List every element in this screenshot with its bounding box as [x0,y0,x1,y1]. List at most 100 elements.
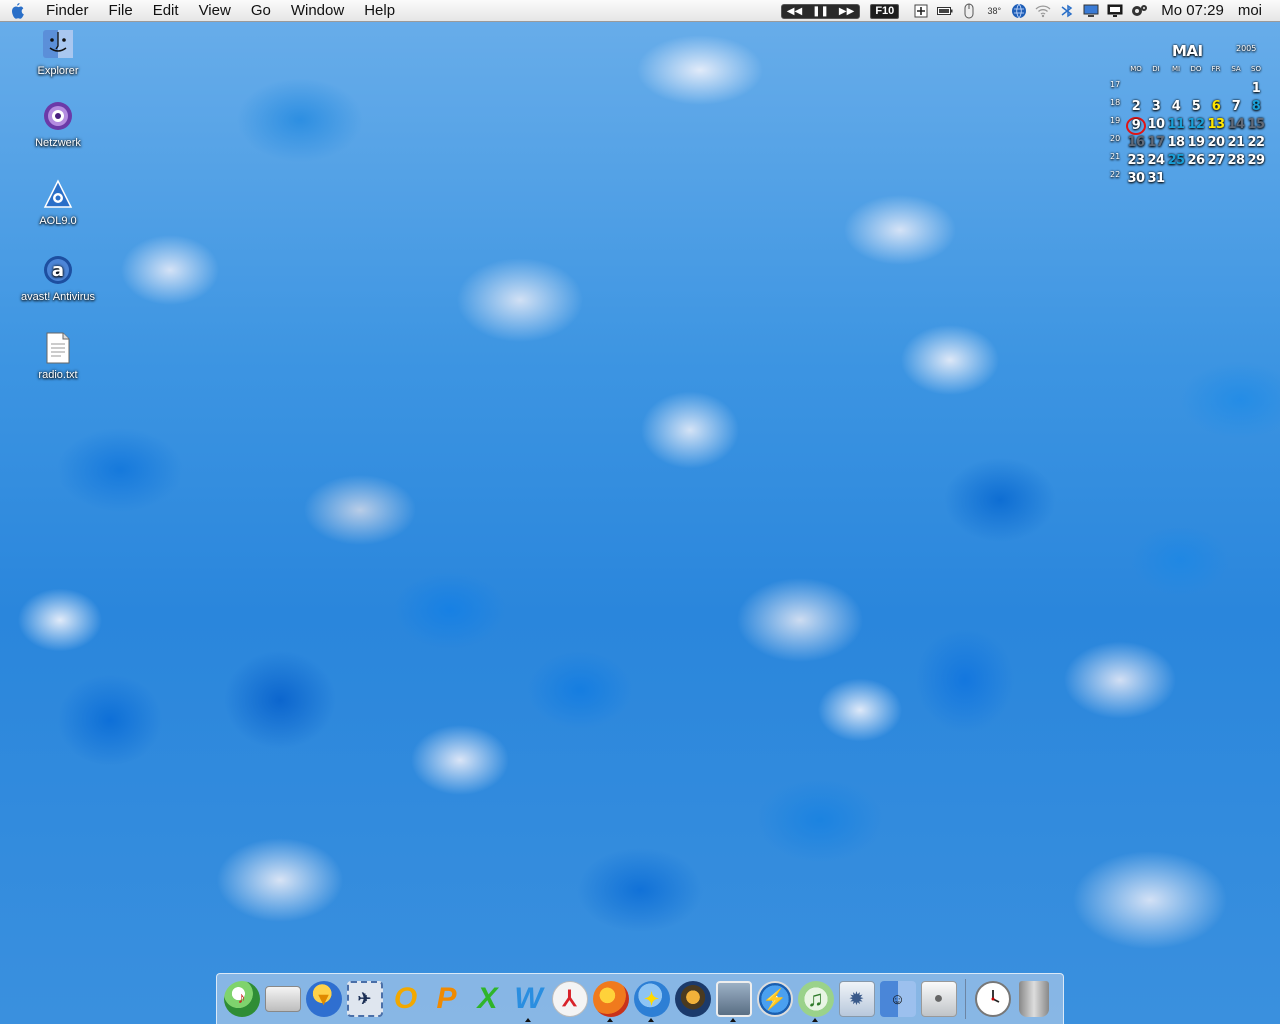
gear-icon[interactable] [1129,0,1149,22]
menu-file[interactable]: File [99,0,143,22]
calendar-day: 2 [1131,99,1141,114]
calendar-day: 16 [1127,135,1145,150]
office-excel-icon: X [477,982,498,1015]
calendar-day: 24 [1147,153,1165,168]
menu-view[interactable]: View [189,0,241,22]
dock-iphoto[interactable] [713,976,754,1022]
week-number: 21 [1110,152,1121,161]
dock-safari[interactable]: ⚡ [754,976,795,1022]
calendar-day [1126,81,1146,97]
weekday-label: FR [1211,65,1221,73]
acrobat-reader-icon: ⅄ [551,981,588,1017]
menu-window[interactable]: Window [281,0,354,22]
desktop-icon-avast[interactable]: a avast! Antivirus [3,252,113,303]
add-icon[interactable] [911,0,931,22]
dock-winamp[interactable] [672,976,713,1022]
desktop-icon-label: Netzwerk [35,137,81,149]
system-preferences-icon: ✹ [838,981,875,1017]
weekday-label: MO [1130,65,1142,73]
dock-clock[interactable] [972,976,1013,1022]
calendar-day [1186,171,1206,187]
calendar-week-row: 23 24 25 26 27 28 29 [1126,153,1266,169]
calendar-day: 29 [1247,153,1265,168]
dock-system-preferences[interactable]: ✹ [836,976,877,1022]
calendar-day: 6 [1211,99,1221,114]
menu-edit[interactable]: Edit [143,0,189,22]
calendar-day: 4 [1171,99,1181,114]
calendar-day: 15 [1247,117,1265,132]
calendar-day: 23 [1127,153,1145,168]
weekday-label: SA [1231,65,1241,73]
office-outlook-icon: O [393,982,418,1015]
week-number: 18 [1110,98,1121,107]
calendar-week-row: 1 [1126,81,1266,97]
desktop-icon-label: radio.txt [38,369,78,381]
calendar-day: 19 [1187,135,1205,150]
calendar-day: 8 [1251,99,1261,114]
mouse-icon[interactable] [959,0,979,22]
calendar-day: 20 [1207,135,1225,150]
calendar-day: 22 [1247,135,1265,150]
desktop-icon-radio-txt[interactable]: radio.txt [3,330,113,381]
calendar-day: 10 [1147,117,1165,132]
firefox-icon [592,981,629,1017]
apple-icon[interactable] [0,0,36,22]
user-menu[interactable]: moi [1234,0,1280,22]
menu-finder[interactable]: Finder [36,0,99,22]
desktop-icon-netzwerk[interactable]: Netzwerk [3,98,113,149]
calendar-year: 2005 [1236,44,1257,53]
calendar-day: 1 [1251,81,1261,96]
forward-button[interactable]: ▶▶ [834,5,859,18]
calendar-day: 12 [1187,117,1205,132]
f10-button[interactable]: F10 [870,3,900,19]
calendar-day: 21 [1227,135,1245,150]
dock-firefox[interactable] [590,976,631,1022]
calendar-day: 27 [1207,153,1225,168]
dock: ♪ ▼ ✈ O P X W ⅄ ✦ ⚡ ♫ ✹ ☺ ● [216,973,1064,1024]
week-number: 20 [1110,134,1121,143]
calendar-week-row: 30 31 [1126,171,1266,187]
calendar-day [1246,171,1266,187]
calendar-day: 25 [1167,153,1185,168]
avast-icon: a [40,252,76,288]
pause-button[interactable]: ❚❚ [807,5,834,18]
dock-finder[interactable]: ☺ [877,976,918,1022]
dock-separator [965,979,966,1019]
dock-acrobat[interactable]: ⅄ [549,976,590,1022]
desktop-icon-aol[interactable]: AOL9.0 [3,176,113,227]
globe-icon[interactable] [1009,0,1029,22]
dock-powerpoint[interactable]: P [426,976,467,1022]
dock-excel[interactable]: X [467,976,508,1022]
calendar-day [1186,81,1206,97]
dock-hard-drive[interactable] [262,976,303,1022]
calendar-widget: MAI 2005 MO DI MI DO FR SA SO 17 18 19 2… [1108,40,1268,190]
dock-music[interactable]: ♫ [795,976,836,1022]
calendar-day [1226,81,1246,97]
menu-clock[interactable]: Mo 07:29 [1151,0,1234,22]
wifi-icon[interactable] [1033,0,1053,22]
dock-aim-download[interactable]: ▼ [303,976,344,1022]
finder-icon: ☺ [879,981,916,1017]
dock-word[interactable]: W [508,976,549,1022]
menu-go[interactable]: Go [241,0,281,22]
rewind-button[interactable]: ◀◀ [782,5,807,18]
calendar-day-today: 9 [1126,117,1146,135]
dock-mail[interactable]: ✈ [344,976,385,1022]
dock-outlook[interactable]: O [385,976,426,1022]
dock-apple[interactable]: ● [918,976,959,1022]
bluetooth-icon[interactable] [1057,0,1077,22]
dock-trash[interactable] [1013,976,1054,1022]
desktop-icon-explorer[interactable]: Explorer [3,26,113,77]
dock-itunes[interactable]: ♪ [221,976,262,1022]
dock-aim[interactable]: ✦ [631,976,672,1022]
desktop-icon-label: avast! Antivirus [21,291,95,303]
week-number: 17 [1110,80,1121,89]
calendar-day [1166,171,1186,187]
menu-help[interactable]: Help [354,0,405,22]
calendar-day: 7 [1231,99,1241,114]
screen-icon[interactable] [1105,0,1125,22]
display-icon[interactable] [1081,0,1101,22]
calendar-day: 5 [1191,99,1201,114]
temperature-readout[interactable]: 38° [983,0,1005,22]
battery-icon[interactable] [935,0,955,22]
